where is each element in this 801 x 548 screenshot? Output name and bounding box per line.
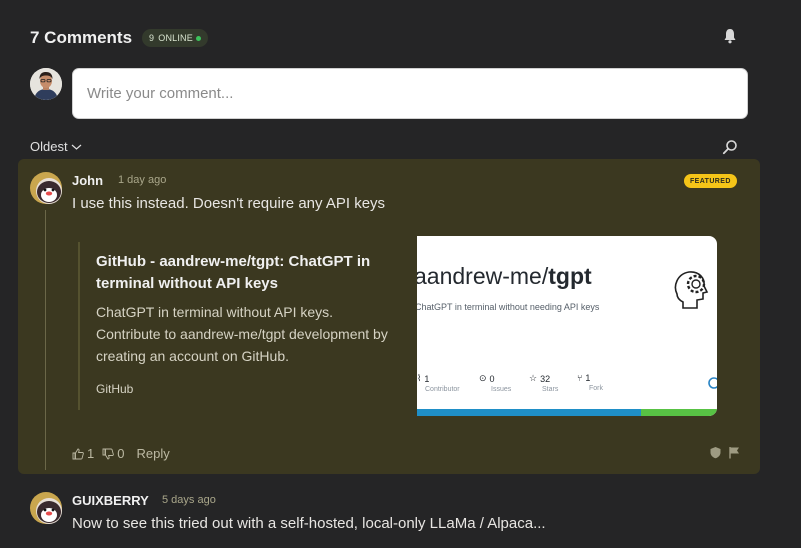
comment-actions: 1 0 Reply xyxy=(72,446,170,461)
comment-input[interactable]: Write your comment... xyxy=(72,68,748,119)
comment-time[interactable]: 1 day ago xyxy=(118,174,166,186)
john-avatar xyxy=(30,172,62,204)
shield-icon[interactable] xyxy=(709,446,722,459)
bell-icon[interactable] xyxy=(723,28,737,44)
comment-text: Now to see this tried out with a self-ho… xyxy=(72,515,546,532)
github-icon xyxy=(708,377,717,389)
chevron-down-icon xyxy=(71,144,81,150)
upvote-count: 1 xyxy=(87,446,95,461)
repo-stats: ⌇ 1 Contributor ⊙ 0 Issues ☆ 32 Stars ⑂ … xyxy=(417,373,717,397)
flag-icon[interactable] xyxy=(728,446,741,459)
sort-label: Oldest xyxy=(30,139,68,154)
comments-header: 7 Comments 9 ONLINE xyxy=(30,24,742,52)
online-label: ONLINE xyxy=(158,33,193,43)
stat-stars: ☆ 32 Stars xyxy=(529,373,559,393)
stat-contributors: ⌇ 1 Contributor xyxy=(417,373,460,393)
online-count: 9 xyxy=(149,33,155,43)
online-badge: 9 ONLINE xyxy=(142,29,208,47)
comment-time[interactable]: 5 days ago xyxy=(162,494,216,506)
sort-dropdown[interactable]: Oldest xyxy=(30,139,82,154)
preview-description: ChatGPT in terminal without API keys. Co… xyxy=(96,304,388,364)
comment-input-placeholder: Write your comment... xyxy=(87,85,234,102)
comment-author[interactable]: John xyxy=(72,173,103,188)
thumbs-up-icon xyxy=(72,448,84,459)
language-bar-secondary xyxy=(641,409,717,416)
downvote-button[interactable]: 0 xyxy=(102,446,124,461)
comment-count: 7 Comments xyxy=(30,28,133,47)
language-bar-primary xyxy=(417,409,641,416)
upvote-button[interactable]: 1 xyxy=(72,446,94,461)
thread-line xyxy=(45,210,46,470)
comment-author[interactable]: GUIXBERRY xyxy=(72,493,149,508)
repo-description: ChatGPT in terminal without needing API … xyxy=(417,302,600,312)
stat-forks: ⑂ 1 Fork xyxy=(577,373,603,392)
online-dot-icon xyxy=(195,35,201,41)
preview-source: GitHub xyxy=(96,382,134,396)
featured-badge: FEATURED xyxy=(684,174,737,188)
reply-button[interactable]: Reply xyxy=(136,446,169,461)
stat-issues: ⊙ 0 Issues xyxy=(479,373,512,393)
link-preview[interactable]: GitHub - aandrew-me/tgpt: ChatGPT in ter… xyxy=(78,236,718,416)
search-icon[interactable] xyxy=(722,139,738,155)
current-user-avatar xyxy=(30,68,62,100)
preview-accent-bar xyxy=(78,242,80,410)
preview-title[interactable]: GitHub - aandrew-me/tgpt: ChatGPT in ter… xyxy=(96,251,396,295)
comment-text: I use this instead. Doesn't require any … xyxy=(72,195,386,212)
preview-image[interactable]: aandrew-me/tgpt ChatGPT in terminal with… xyxy=(417,236,717,416)
thumbs-down-icon xyxy=(102,448,115,459)
repo-name: aandrew-me/tgpt xyxy=(417,263,592,289)
downvote-count: 0 xyxy=(117,446,125,461)
guixberry-avatar xyxy=(30,492,62,524)
brain-gear-icon xyxy=(674,271,709,309)
